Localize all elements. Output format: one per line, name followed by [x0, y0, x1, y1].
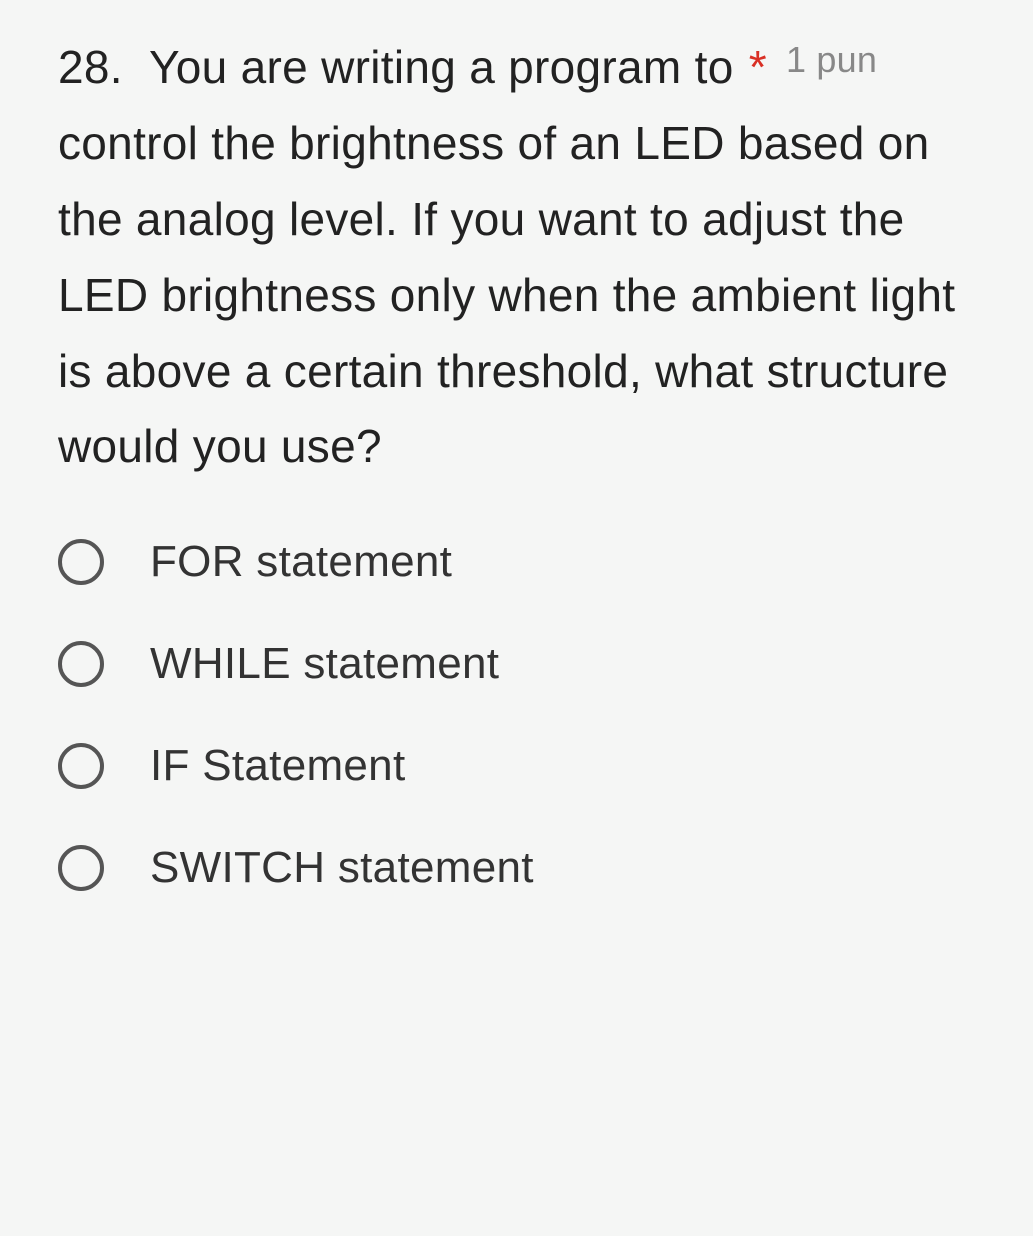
required-star: * [749, 41, 767, 93]
option-label: WHILE statement [150, 639, 499, 689]
option-label: IF Statement [150, 741, 405, 791]
options-group: FOR statement WHILE statement IF Stateme… [58, 537, 993, 893]
points-label: 1 pun [786, 39, 877, 80]
question-block: 28. You are writing a program to * 1 pun… [0, 0, 1033, 965]
radio-icon [58, 845, 104, 891]
question-line-1: You are writing a program to [149, 41, 734, 93]
radio-icon [58, 743, 104, 789]
radio-icon [58, 539, 104, 585]
question-number: 28. [58, 41, 123, 93]
radio-icon [58, 641, 104, 687]
option-switch-statement[interactable]: SWITCH statement [58, 843, 993, 893]
option-if-statement[interactable]: IF Statement [58, 741, 993, 791]
option-for-statement[interactable]: FOR statement [58, 537, 993, 587]
option-while-statement[interactable]: WHILE statement [58, 639, 993, 689]
question-text: 28. You are writing a program to * 1 pun… [58, 30, 993, 485]
option-label: SWITCH statement [150, 843, 534, 893]
option-label: FOR statement [150, 537, 452, 587]
question-body: control the brightness of an LED based o… [58, 117, 955, 473]
